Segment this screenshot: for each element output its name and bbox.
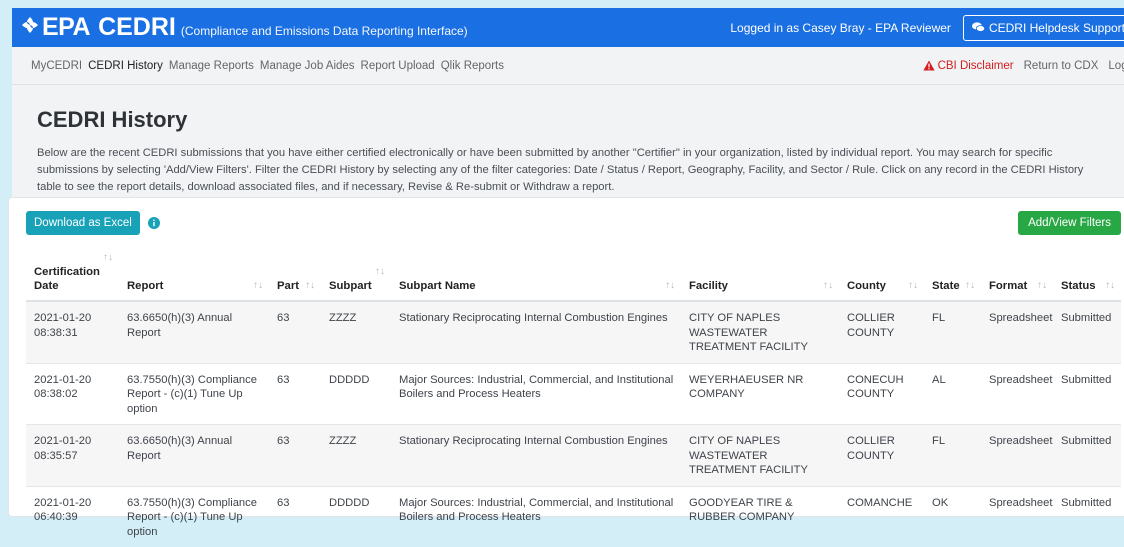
main-nav: MyCEDRI CEDRI History Manage Reports Man… (12, 47, 1124, 85)
cell-report: 63.7550(h)(3) Compliance Report - (c)(1)… (119, 362, 269, 425)
cell-county: CONECUH COUNTY (839, 362, 924, 425)
nav-qlik-reports[interactable]: Qlik Reports (441, 60, 504, 72)
table-row[interactable]: 2021-01-20 08:35:57 63.6650(h)(3) Annual… (26, 424, 1121, 486)
warning-icon (922, 60, 935, 71)
cell-state: AL (924, 362, 981, 425)
cell-report: 63.6650(h)(3) Annual Report (119, 300, 269, 363)
cbi-disclaimer-link[interactable]: CBI Disclaimer (922, 59, 1014, 72)
info-icon[interactable] (147, 217, 160, 229)
sort-icon: ↑↓ (965, 280, 975, 291)
cell-certification-date: 2021-01-20 08:35:57 (26, 424, 119, 486)
nav-report-upload[interactable]: Report Upload (361, 60, 435, 72)
table-row[interactable]: 2021-01-20 06:40:39 63.7550(h)(3) Compli… (26, 485, 1121, 547)
cell-facility: WEYERHAEUSER NR COMPANY (681, 362, 839, 425)
col-state[interactable]: ↑↓ State (924, 251, 981, 302)
cell-state: OK (924, 485, 981, 547)
logged-in-user: Logged in as Casey Bray - EPA Reviewer (730, 20, 951, 35)
col-facility[interactable]: ↑↓ Facility (681, 251, 839, 302)
nav-manage-job-aides[interactable]: Manage Job Aides (260, 60, 355, 72)
cell-certification-date: 2021-01-20 06:40:39 (26, 485, 119, 547)
sort-icon: ↑↓ (305, 280, 315, 291)
cell-status: Submitted (1053, 485, 1121, 547)
sort-icon: ↑↓ (103, 252, 113, 263)
col-format[interactable]: ↑↓ Format (981, 251, 1053, 302)
col-status[interactable]: ↑↓ Status (1053, 251, 1121, 302)
cell-format: Spreadsheet (981, 424, 1053, 486)
cell-subpart: ZZZZ (321, 424, 391, 486)
sort-icon: ↑↓ (1105, 280, 1115, 291)
cell-subpart-name: Stationary Reciprocating Internal Combus… (391, 300, 681, 363)
cell-subpart-name: Major Sources: Industrial, Commercial, a… (391, 362, 681, 425)
cell-part: 63 (269, 362, 321, 425)
cell-format: Spreadsheet (981, 485, 1053, 547)
brand-subtitle: (Compliance and Emissions Data Reporting… (180, 24, 468, 38)
cell-county: COMANCHE (839, 485, 924, 547)
cell-subpart: DDDDD (321, 485, 391, 547)
col-certification-date[interactable]: ↑↓ Certification Date (26, 251, 119, 302)
page-title: CEDRI History (37, 107, 188, 132)
helpdesk-button[interactable]: CEDRI Helpdesk Support (962, 14, 1124, 41)
cell-format: Spreadsheet (981, 362, 1053, 425)
cell-status: Submitted (1053, 362, 1121, 425)
add-view-filters-button[interactable]: Add/View Filters (1018, 211, 1121, 235)
sort-icon: ↑↓ (665, 280, 675, 291)
col-subpart-name[interactable]: ↑↓ Subpart Name (391, 251, 681, 302)
cell-part: 63 (269, 424, 321, 486)
cell-status: Submitted (1053, 300, 1121, 363)
cell-report: 63.7550(h)(3) Compliance Report - (c)(1)… (119, 485, 269, 547)
sort-icon: ↑↓ (823, 280, 833, 291)
col-part[interactable]: ↑↓ Part (269, 251, 321, 302)
history-card: Download as Excel Add/View Filters ↑↓ Cer… (8, 197, 1124, 547)
sort-icon: ↑↓ (253, 280, 263, 291)
nav-manage-reports[interactable]: Manage Reports (169, 60, 254, 72)
brand-epa: EPA (42, 13, 91, 41)
helpdesk-label: CEDRI Helpdesk Support (988, 20, 1124, 35)
cell-county: COLLIER COUNTY (839, 424, 924, 486)
cell-subpart: ZZZZ (321, 300, 391, 363)
col-county[interactable]: ↑↓ County (839, 251, 924, 302)
col-subpart[interactable]: ↑↓ Subpart (321, 251, 391, 302)
cell-certification-date: 2021-01-20 08:38:02 (26, 362, 119, 425)
cell-facility: CITY OF NAPLES WASTEWATER TREATMENT FACI… (681, 300, 839, 363)
table-row[interactable]: 2021-01-20 08:38:31 63.6650(h)(3) Annual… (26, 300, 1121, 363)
cell-county: COLLIER COUNTY (839, 300, 924, 363)
page-intro: Below are the recent CEDRI submissions t… (37, 147, 1084, 193)
brand-cedri: CEDRI (98, 13, 176, 41)
epa-flower-icon (20, 14, 40, 42)
cbi-disclaimer-label: CBI Disclaimer (937, 59, 1014, 72)
sort-icon: ↑↓ (908, 280, 918, 291)
epa-logo[interactable]: EPA CEDRI (Compliance and Emissions Data… (20, 13, 468, 42)
cell-status: Submitted (1053, 424, 1121, 486)
cell-state: FL (924, 300, 981, 363)
table-header-row: ↑↓ Certification Date ↑↓ Report ↑↓ Part ↑↓ S… (26, 251, 1121, 302)
cell-state: FL (924, 424, 981, 486)
topbar-right: Logged in as Casey Bray - EPA Reviewer C… (730, 14, 1124, 41)
table-row[interactable]: 2021-01-20 08:38:02 63.7550(h)(3) Compli… (26, 362, 1121, 425)
cell-certification-date: 2021-01-20 08:38:31 (26, 300, 119, 363)
logout-link[interactable]: Logo (1108, 60, 1124, 72)
chat-icon (971, 22, 985, 33)
return-to-cdx-link[interactable]: Return to CDX (1024, 60, 1099, 72)
cell-report: 63.6650(h)(3) Annual Report (119, 424, 269, 486)
top-bar: EPA CEDRI (Compliance and Emissions Data… (12, 8, 1124, 47)
col-report[interactable]: ↑↓ Report (119, 251, 269, 302)
nav-right: CBI Disclaimer Return to CDX Logo (922, 59, 1124, 72)
cell-part: 63 (269, 485, 321, 547)
history-table: ↑↓ Certification Date ↑↓ Report ↑↓ Part ↑↓ S… (26, 251, 1121, 547)
cell-subpart-name: Stationary Reciprocating Internal Combus… (391, 424, 681, 486)
cell-facility: GOODYEAR TIRE & RUBBER COMPANY (681, 485, 839, 547)
cell-subpart: DDDDD (321, 362, 391, 425)
sort-icon: ↑↓ (1037, 280, 1047, 291)
page-content: CEDRI History Below are the recent CEDRI… (12, 107, 1124, 196)
table-toolbar: Download as Excel Add/View Filters (9, 198, 1124, 236)
nav-cedri-history[interactable]: CEDRI History (88, 60, 163, 72)
cell-format: Spreadsheet (981, 300, 1053, 363)
sort-icon: ↑↓ (375, 266, 385, 277)
nav-mycedri[interactable]: MyCEDRI (31, 60, 82, 72)
cell-subpart-name: Major Sources: Industrial, Commercial, a… (391, 485, 681, 547)
cell-facility: CITY OF NAPLES WASTEWATER TREATMENT FACI… (681, 424, 839, 486)
download-excel-button[interactable]: Download as Excel (26, 211, 140, 235)
cell-part: 63 (269, 300, 321, 363)
